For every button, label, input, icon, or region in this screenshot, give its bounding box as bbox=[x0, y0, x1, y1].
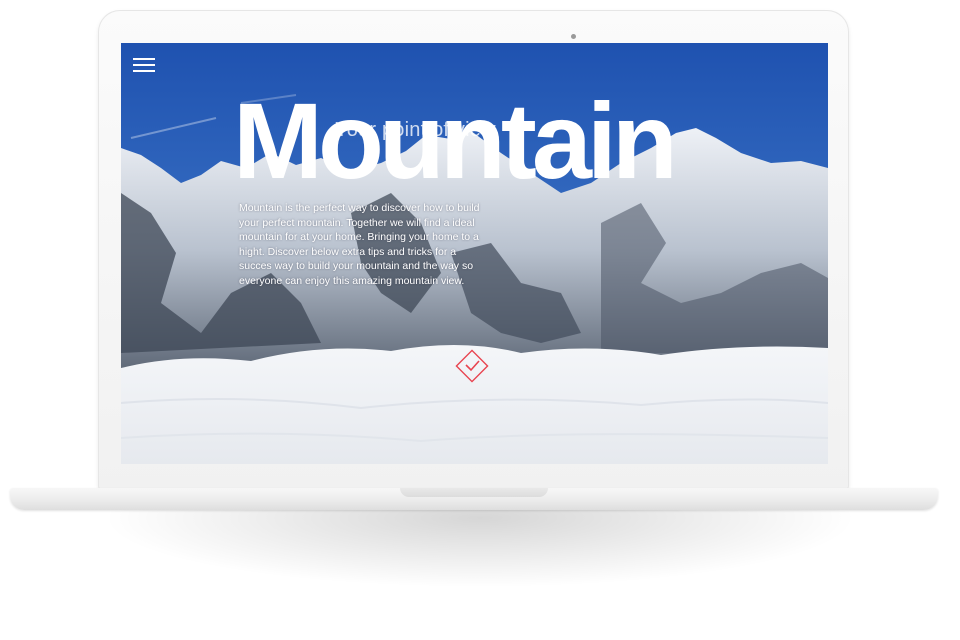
screen: Mountain Your point of view Mountain is … bbox=[121, 43, 828, 464]
laptop-shadow bbox=[90, 510, 870, 590]
hero-description: Mountain is the perfect way to discover … bbox=[239, 202, 480, 287]
laptop-notch bbox=[400, 488, 548, 497]
hero-subtitle: Your point of view bbox=[335, 119, 496, 141]
checkmark-diamond-icon[interactable] bbox=[454, 348, 490, 384]
webcam-icon bbox=[571, 34, 576, 39]
laptop-base bbox=[10, 488, 938, 510]
hamburger-menu-icon[interactable] bbox=[133, 57, 155, 73]
